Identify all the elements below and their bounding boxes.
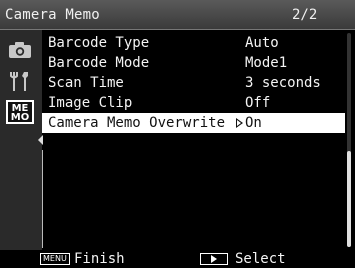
menu-item-value: Mode1 <box>245 55 288 71</box>
menu-item-barcode-type[interactable]: Barcode Type Auto <box>42 33 345 53</box>
title-bar: Camera Memo 2/2 <box>0 0 355 30</box>
tab-setup[interactable] <box>3 66 37 96</box>
scrollbar[interactable] <box>347 33 351 247</box>
active-tab-pointer <box>38 135 43 145</box>
play-icon <box>200 253 228 265</box>
menu-item-value: On <box>245 115 262 131</box>
menu-item-value: 3 seconds <box>245 75 321 91</box>
memo-icon: ME MO <box>6 100 34 124</box>
submenu-arrow-icon <box>236 118 243 128</box>
menu-item-image-clip[interactable]: Image Clip Off <box>42 93 345 113</box>
menu-item-label: Scan Time <box>48 75 124 91</box>
menu-item-label: Barcode Mode <box>48 55 150 71</box>
tab-camera[interactable] <box>3 35 37 65</box>
menu-item-barcode-mode[interactable]: Barcode Mode Mode1 <box>42 53 345 73</box>
select-label: Select <box>235 251 286 267</box>
footer: MENU Finish Select <box>0 250 355 268</box>
menu-item-label: Barcode Type <box>48 35 150 51</box>
divider <box>42 150 43 248</box>
scrollbar-thumb[interactable] <box>347 150 351 247</box>
page-title: Camera Memo <box>5 7 100 23</box>
tab-memo[interactable]: ME MO <box>3 97 37 127</box>
finish-label: Finish <box>74 251 125 267</box>
menu-item-label: Image Clip <box>48 95 133 111</box>
sidebar: ME MO <box>0 30 43 250</box>
menu-key-icon: MENU <box>40 253 70 265</box>
menu-item-value: Off <box>245 95 271 111</box>
menu-item-scan-time[interactable]: Scan Time 3 seconds <box>42 73 345 93</box>
menu-item-camera-memo-overwrite[interactable]: Camera Memo Overwrite On <box>42 113 345 133</box>
menu-item-value: Auto <box>245 35 279 51</box>
camera-icon <box>9 42 31 58</box>
menu-item-label: Camera Memo Overwrite <box>48 115 226 131</box>
page-indicator: 2/2 <box>292 7 318 23</box>
menu-list: Barcode Type Auto Barcode Mode Mode1 Sca… <box>42 33 345 133</box>
wrench-icon <box>10 72 28 91</box>
